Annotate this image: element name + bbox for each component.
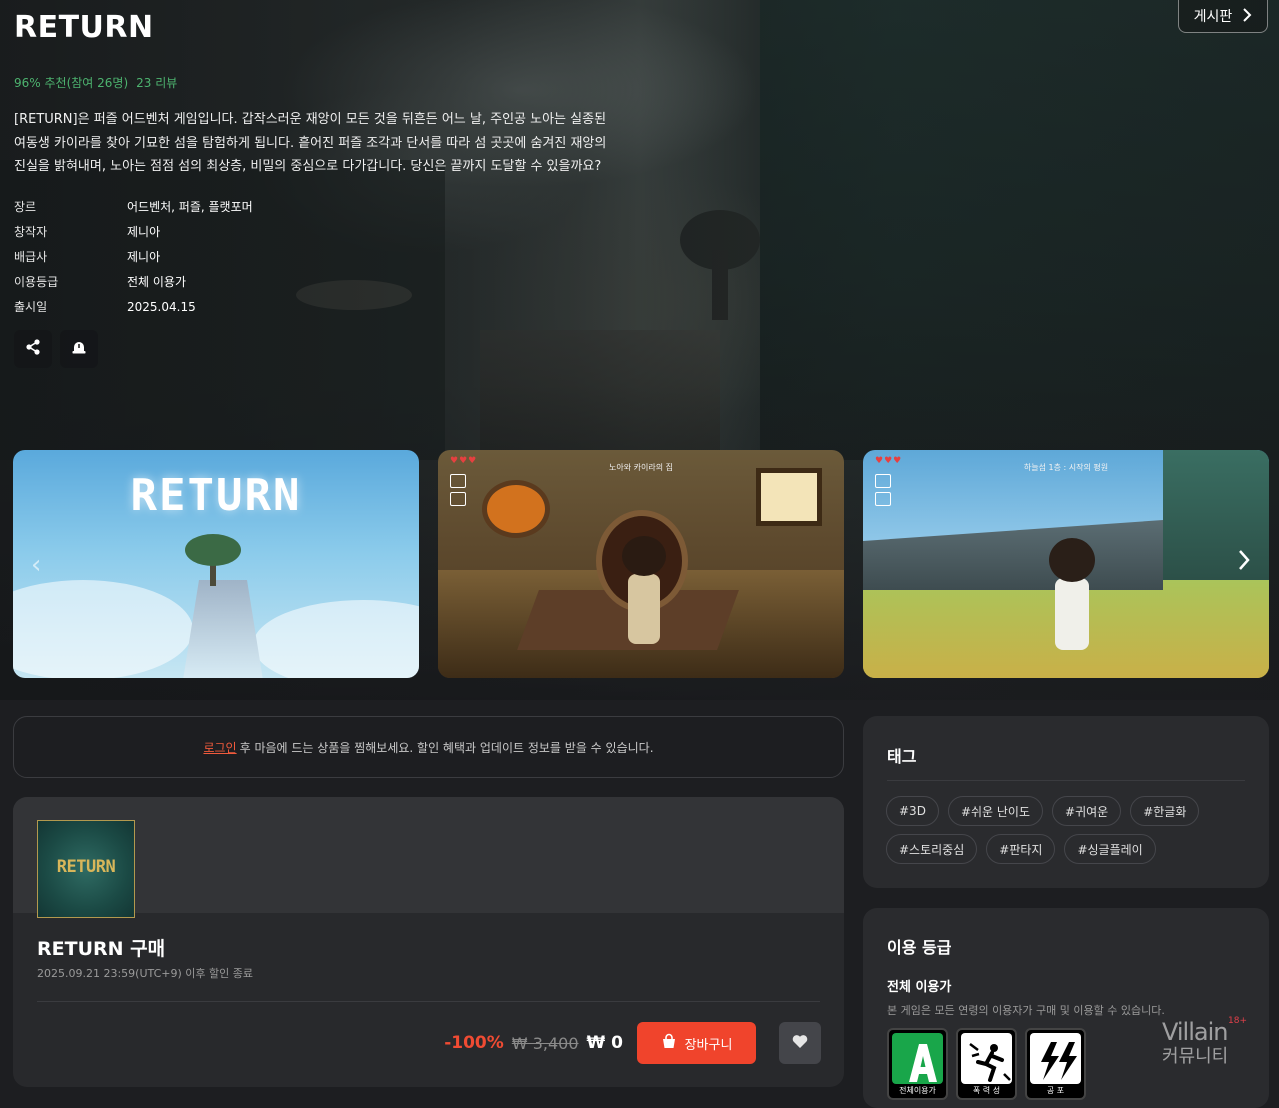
board-button[interactable]: 게시판 — [1178, 0, 1268, 33]
purchase-header-band — [13, 797, 844, 913]
tag-chip[interactable]: #쉬운 난이도 — [947, 796, 1044, 826]
island-shape — [183, 580, 263, 678]
cart-button-label: 장바구니 — [684, 1037, 733, 1053]
badge-label: 폭 력 성 — [972, 1086, 1001, 1095]
info-value: 제니아 — [127, 225, 161, 239]
character-body-shape — [628, 574, 660, 644]
hud-location: 노아와 카이라의 집 — [609, 463, 673, 472]
info-label: 창작자 — [14, 225, 48, 239]
screenshot-1[interactable]: RETURN ‹ — [13, 450, 419, 678]
character-head-shape — [1049, 538, 1095, 582]
tags-heading: 태그 — [887, 747, 917, 766]
sale-end-date: 2025.09.21 23:59(UTC+9) 이후 할인 종료 — [37, 967, 253, 980]
share-button[interactable] — [14, 330, 52, 368]
watermark-line2: 커뮤니티 — [1162, 1046, 1229, 1067]
info-row-rating: 이용등급 전체 이용가 — [14, 269, 253, 294]
all-ages-badge: 전체이용가 — [887, 1028, 948, 1100]
window-light-shape — [756, 468, 822, 526]
info-value: 어드벤처, 퍼즐, 플랫포머 — [127, 200, 253, 214]
login-notice-text: 후 마음에 드는 상품을 찜해보세요. 할인 혜택과 업데이트 정보를 받을 수… — [239, 740, 654, 755]
tag-chip[interactable]: #싱글플레이 — [1064, 834, 1156, 864]
age-rating-heading: 이용 등급 — [887, 938, 952, 957]
info-row-creator: 창작자 제니아 — [14, 219, 253, 244]
login-link[interactable]: 로그인 — [203, 739, 236, 756]
stone-wall-shape — [863, 520, 1163, 590]
badge-label: 전체이용가 — [899, 1086, 936, 1095]
hud-location: 하늘섬 1층 : 시작의 평원 — [1023, 463, 1109, 472]
board-button-label: 게시판 — [1193, 9, 1233, 25]
price-row: -100% ₩ 3,400 ₩ 0 장바구니 — [444, 1022, 821, 1064]
shopping-bag-icon — [661, 1033, 677, 1053]
screenshot-3[interactable]: ♥♥♥ 하늘섬 1층 : 시작의 평원 — [863, 450, 1269, 678]
purchase-title: RETURN 구매 — [37, 938, 166, 960]
fear-badge: 공 포 — [1025, 1028, 1086, 1100]
watermark-age: 18+ — [1228, 1016, 1247, 1026]
review-count[interactable]: 23 리뷰 — [136, 76, 177, 90]
tags-panel: 태그 #3D #쉬운 난이도 #귀여운 #한글화 #스토리중심 #판타지 #싱글… — [863, 716, 1269, 888]
wishlist-button[interactable] — [779, 1022, 821, 1064]
add-to-cart-button[interactable]: 장바구니 — [637, 1022, 756, 1064]
info-value: 전체 이용가 — [127, 275, 187, 289]
tag-chip[interactable]: #한글화 — [1130, 796, 1200, 826]
book-icon — [875, 492, 891, 506]
character-head-shape — [622, 536, 666, 576]
badge-label: 공 포 — [1046, 1086, 1065, 1095]
cloud-shape — [13, 580, 193, 678]
age-rating-label: 전체 이용가 — [887, 980, 952, 995]
recommend-rate: 96% 추천(참여 26명) — [14, 76, 129, 90]
info-row-release: 출시일 2025.04.15 — [14, 294, 253, 319]
all-ages-icon — [892, 1033, 943, 1084]
info-label: 출시일 — [14, 300, 48, 314]
carousel-next-icon[interactable] — [1237, 548, 1251, 578]
discount-rate: -100% — [444, 1033, 504, 1053]
info-label: 배급사 — [14, 250, 48, 264]
map-icon — [450, 474, 466, 488]
game-cover-image: RETURN — [37, 820, 135, 918]
tag-chip[interactable]: #3D — [886, 796, 939, 826]
final-price: ₩ 0 — [586, 1033, 624, 1053]
info-value: 제니아 — [127, 250, 161, 264]
chevron-right-icon — [1242, 6, 1252, 27]
fear-icon — [1030, 1033, 1081, 1084]
watermark: Villain 커뮤니티 18+ — [1162, 1016, 1247, 1068]
violence-icon — [961, 1033, 1012, 1084]
screenshot-2[interactable]: ♥♥♥ 노아와 카이라의 집 — [438, 450, 844, 678]
cover-logo-text: RETURN — [56, 857, 116, 877]
book-icon — [450, 492, 466, 506]
game-info-table: 장르 어드벤처, 퍼즐, 플랫포머 창작자 제니아 배급사 제니아 이용등급 전… — [14, 194, 253, 319]
age-rating-description: 본 게임은 모든 연령의 이용자가 구매 및 이용할 수 있습니다. — [887, 1004, 1165, 1017]
info-label: 장르 — [14, 200, 37, 214]
info-value: 2025.04.15 — [127, 299, 196, 314]
purchase-card: RETURN RETURN 구매 2025.09.21 23:59(UTC+9)… — [13, 797, 844, 1087]
recommend-summary: 96% 추천(참여 26명) 23 리뷰 — [14, 74, 185, 91]
info-label: 이용등급 — [14, 275, 59, 289]
screenshot-logo: RETURN — [130, 470, 302, 521]
divider — [887, 780, 1245, 781]
original-price: ₩ 3,400 — [511, 1033, 579, 1053]
tree-shape — [185, 534, 241, 566]
tag-chip[interactable]: #판타지 — [986, 834, 1056, 864]
cloud-shape — [253, 600, 419, 678]
page-content: RETURN 게시판 96% 추천(참여 26명) 23 리뷰 [RETURN]은… — [0, 0, 1279, 1108]
character-body-shape — [1055, 578, 1089, 650]
tag-list: #3D #쉬운 난이도 #귀여운 #한글화 #스토리중심 #판타지 #싱글플레이 — [886, 796, 1246, 864]
siren-icon — [70, 338, 88, 360]
tag-chip[interactable]: #귀여운 — [1052, 796, 1122, 826]
game-description: [RETURN]은 퍼즐 어드벤처 게임입니다. 갑작스러운 재앙이 모든 것을… — [14, 112, 607, 174]
violence-badge: 폭 력 성 — [956, 1028, 1017, 1100]
info-row-genre: 장르 어드벤처, 퍼즐, 플랫포머 — [14, 194, 253, 219]
carousel-prev-icon[interactable]: ‹ — [31, 550, 41, 580]
divider — [37, 1001, 820, 1002]
age-rating-panel: 이용 등급 전체 이용가 본 게임은 모든 연령의 이용자가 구매 및 이용할 … — [863, 908, 1269, 1108]
login-notice: 로그인 후 마음에 드는 상품을 찜해보세요. 할인 혜택과 업데이트 정보를 … — [13, 716, 844, 778]
round-window-shape — [482, 480, 550, 538]
game-title: RETURN — [14, 10, 154, 45]
share-icon — [24, 338, 42, 360]
map-icon — [875, 474, 891, 488]
report-button[interactable] — [60, 330, 98, 368]
info-row-publisher: 배급사 제니아 — [14, 244, 253, 269]
tag-chip[interactable]: #스토리중심 — [886, 834, 978, 864]
heart-icon — [792, 1034, 808, 1053]
